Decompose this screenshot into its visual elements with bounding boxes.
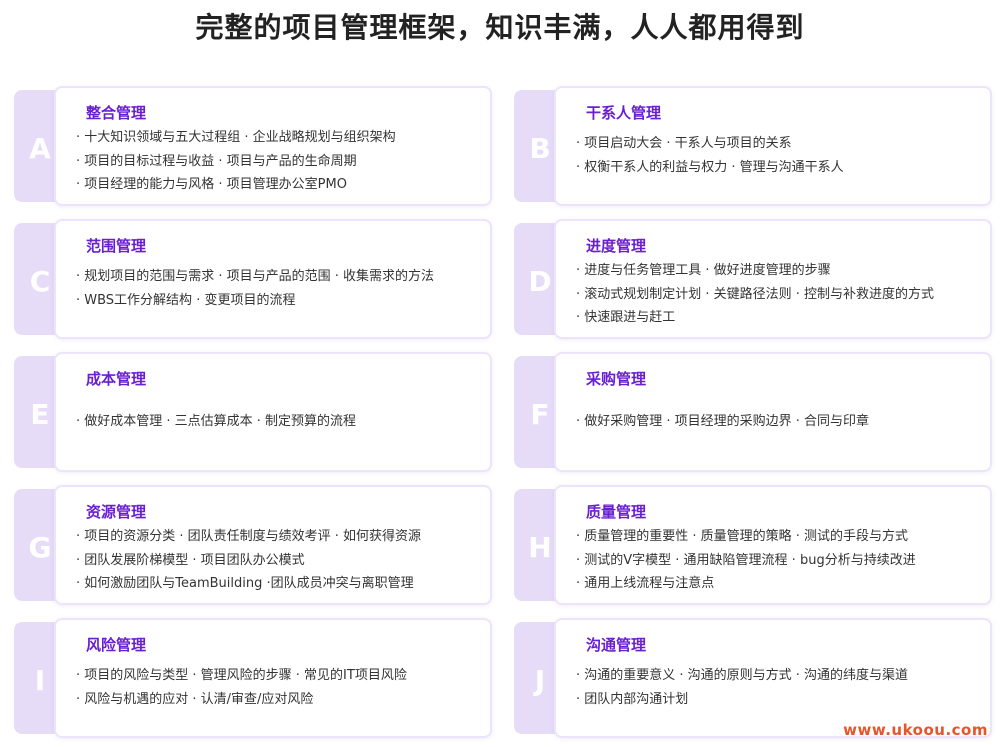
card-title: 进度管理	[586, 237, 647, 255]
card-letter: I	[34, 664, 46, 697]
card-title: 范围管理	[86, 237, 147, 255]
card-lines: · 项目的风险与类型 · 管理风险的步骤 · 常见的IT项目风险 · 风险与机遇…	[76, 664, 484, 711]
card-body: 资源管理 · 项目的资源分类 · 团队责任制度与绩效考评 · 如何获得资源 · …	[54, 485, 492, 605]
card-stakeholder-management: B 干系人管理 · 项目启动大会 · 干系人与项目的关系 · 权衡干系人的利益与…	[514, 86, 992, 206]
card-lines: · 进度与任务管理工具 · 做好进度管理的步骤 · 滚动式规划制定计划 · 关键…	[576, 259, 984, 330]
card-lines: · 项目启动大会 · 干系人与项目的关系 · 权衡干系人的利益与权力 · 管理与…	[576, 132, 984, 179]
card-title: 质量管理	[586, 503, 647, 521]
card-integration-management: A 整合管理 · 十大知识领域与五大过程组 · 企业战略规划与组织架构 · 项目…	[14, 86, 492, 206]
card-letter: B	[529, 132, 551, 165]
card-quality-management: H 质量管理 · 质量管理的重要性 · 质量管理的策略 · 测试的手段与方式 ·…	[514, 485, 992, 605]
card-line: · 滚动式规划制定计划 · 关键路径法则 · 控制与补救进度的方式	[576, 286, 935, 302]
card-line: · 沟通的重要意义 · 沟通的原则与方式 · 沟通的纬度与渠道	[576, 668, 909, 683]
card-line: · 测试的V字模型 · 通用缺陷管理流程 · bug分析与持续改进	[576, 552, 916, 568]
card-lines: · 质量管理的重要性 · 质量管理的策略 · 测试的手段与方式 · 测试的V字模…	[576, 525, 984, 596]
card-line: · 项目的风险与类型 · 管理风险的步骤 · 常见的IT项目风险	[76, 668, 407, 683]
card-body: 沟通管理 · 沟通的重要意义 · 沟通的原则与方式 · 沟通的纬度与渠道 · 团…	[554, 618, 992, 738]
card-title: 成本管理	[86, 370, 147, 388]
card-body: 范围管理 · 规划项目的范围与需求 · 项目与产品的范围 · 收集需求的方法 ·…	[54, 219, 492, 339]
card-line: · 如何激励团队与TeamBuilding ·团队成员冲突与离职管理	[76, 576, 414, 591]
card-lines: · 做好采购管理 · 项目经理的采购边界 · 合同与印章	[576, 410, 984, 434]
card-body: 进度管理 · 进度与任务管理工具 · 做好进度管理的步骤 · 滚动式规划制定计划…	[554, 219, 992, 339]
card-line: · 项目的资源分类 · 团队责任制度与绩效考评 · 如何获得资源	[76, 529, 422, 544]
card-title: 采购管理	[586, 370, 647, 388]
card-line: · 团队内部沟通计划	[576, 691, 689, 707]
card-procurement-management: F 采购管理 · 做好采购管理 · 项目经理的采购边界 · 合同与印章	[514, 352, 992, 472]
card-body: 风险管理 · 项目的风险与类型 · 管理风险的步骤 · 常见的IT项目风险 · …	[54, 618, 492, 738]
site-watermark: www.ukoou.com	[843, 721, 988, 739]
card-letter: F	[530, 398, 550, 431]
card-line: · 做好采购管理 · 项目经理的采购边界 · 合同与印章	[576, 414, 870, 429]
card-body: 质量管理 · 质量管理的重要性 · 质量管理的策略 · 测试的手段与方式 · 测…	[554, 485, 992, 605]
card-line: · 质量管理的重要性 · 质量管理的策略 · 测试的手段与方式	[576, 529, 909, 544]
card-body: 干系人管理 · 项目启动大会 · 干系人与项目的关系 · 权衡干系人的利益与权力…	[554, 86, 992, 206]
card-line: · 快速跟进与赶工	[576, 310, 676, 325]
card-line: · 进度与任务管理工具 · 做好进度管理的步骤	[576, 263, 831, 278]
card-cost-management: E 成本管理 · 做好成本管理 · 三点估算成本 · 制定预算的流程	[14, 352, 492, 472]
card-lines: · 沟通的重要意义 · 沟通的原则与方式 · 沟通的纬度与渠道 · 团队内部沟通…	[576, 664, 984, 711]
card-title: 资源管理	[86, 503, 147, 521]
card-line: · 权衡干系人的利益与权力 · 管理与沟通干系人	[576, 159, 844, 175]
card-communication-management: J 沟通管理 · 沟通的重要意义 · 沟通的原则与方式 · 沟通的纬度与渠道 ·…	[514, 618, 992, 738]
card-body: 成本管理 · 做好成本管理 · 三点估算成本 · 制定预算的流程	[54, 352, 492, 472]
card-letter: E	[30, 398, 50, 431]
card-body: 整合管理 · 十大知识领域与五大过程组 · 企业战略规划与组织架构 · 项目的目…	[54, 86, 492, 206]
card-letter: G	[28, 531, 52, 564]
card-line: · 风险与机遇的应对 · 认清/审查/应对风险	[76, 691, 314, 707]
card-line: · 项目经理的能力与风格 · 项目管理办公室PMO	[76, 177, 347, 192]
card-line: · 规划项目的范围与需求 · 项目与产品的范围 · 收集需求的方法	[76, 269, 435, 284]
card-line: · 十大知识领域与五大过程组 · 企业战略规划与组织架构	[76, 130, 396, 145]
card-lines: · 十大知识领域与五大过程组 · 企业战略规划与组织架构 · 项目的目标过程与收…	[76, 126, 484, 197]
card-line: · 做好成本管理 · 三点估算成本 · 制定预算的流程	[76, 414, 357, 429]
card-letter: A	[29, 132, 51, 165]
card-title: 沟通管理	[586, 636, 647, 654]
card-letter: D	[528, 265, 552, 298]
card-line: · 项目的目标过程与收益 · 项目与产品的生命周期	[76, 153, 357, 169]
card-scope-management: C 范围管理 · 规划项目的范围与需求 · 项目与产品的范围 · 收集需求的方法…	[14, 219, 492, 339]
card-risk-management: I 风险管理 · 项目的风险与类型 · 管理风险的步骤 · 常见的IT项目风险 …	[14, 618, 492, 738]
card-line: · 项目启动大会 · 干系人与项目的关系	[576, 136, 792, 151]
page-headline: 完整的项目管理框架，知识丰满，人人都用得到	[195, 11, 805, 44]
card-title: 风险管理	[86, 636, 147, 654]
card-schedule-management: D 进度管理 · 进度与任务管理工具 · 做好进度管理的步骤 · 滚动式规划制定…	[514, 219, 992, 339]
card-line: · 通用上线流程与注意点	[576, 576, 715, 591]
card-title: 整合管理	[86, 104, 147, 122]
card-line: · WBS工作分解结构 · 变更项目的流程	[76, 292, 296, 308]
card-body: 采购管理 · 做好采购管理 · 项目经理的采购边界 · 合同与印章	[554, 352, 992, 472]
card-letter: H	[528, 531, 552, 564]
card-lines: · 项目的资源分类 · 团队责任制度与绩效考评 · 如何获得资源 · 团队发展阶…	[76, 525, 484, 596]
card-line: · 团队发展阶梯模型 · 项目团队办公模式	[76, 552, 305, 568]
card-letter: C	[29, 265, 51, 298]
card-title: 干系人管理	[586, 104, 662, 122]
card-resource-management: G 资源管理 · 项目的资源分类 · 团队责任制度与绩效考评 · 如何获得资源 …	[14, 485, 492, 605]
card-lines: · 做好成本管理 · 三点估算成本 · 制定预算的流程	[76, 410, 484, 434]
card-lines: · 规划项目的范围与需求 · 项目与产品的范围 · 收集需求的方法 · WBS工…	[76, 265, 484, 312]
card-letter: J	[534, 664, 546, 697]
